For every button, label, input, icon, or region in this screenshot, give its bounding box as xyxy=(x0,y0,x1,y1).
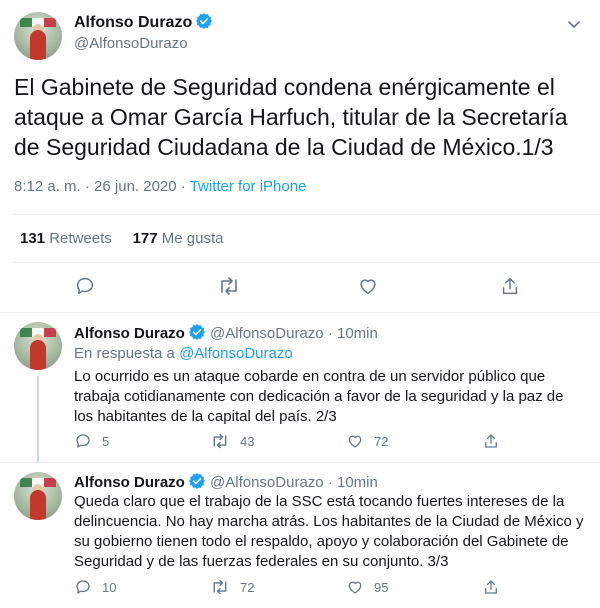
reply-button[interactable]: 10 xyxy=(74,578,116,596)
meta-separator: · xyxy=(84,178,90,195)
tweet-meta: 8:12 a. m. · 26 jun. 2020 · Twitter for … xyxy=(14,178,306,195)
reply-icon xyxy=(76,580,90,594)
author-name[interactable]: Alfonso Durazo xyxy=(74,325,185,342)
divider xyxy=(0,462,600,463)
heart-icon[interactable] xyxy=(357,275,379,297)
heart-icon xyxy=(348,435,362,448)
tweet-time[interactable]: 8:12 a. m. xyxy=(14,178,81,195)
chevron-down-icon[interactable] xyxy=(566,16,582,32)
retweet-count: 72 xyxy=(240,579,255,595)
divider xyxy=(14,262,600,263)
like-button[interactable]: 95 xyxy=(346,578,388,596)
verified-badge-icon xyxy=(188,472,206,490)
header-separator: · xyxy=(327,325,333,342)
share-button[interactable] xyxy=(482,578,500,596)
reply-actions: 10 72 95 xyxy=(74,578,584,598)
header-separator: · xyxy=(327,474,333,491)
share-icon[interactable] xyxy=(499,275,521,297)
author-handle[interactable]: @AlfonsoDurazo xyxy=(210,325,324,342)
retweet-icon[interactable] xyxy=(217,275,241,297)
retweet-icon xyxy=(213,579,227,595)
reply-time[interactable]: 10min xyxy=(337,325,378,342)
like-button[interactable]: 72 xyxy=(346,432,388,450)
likes-stat[interactable]: 177 Me gusta xyxy=(133,230,224,247)
tweet-text: El Gabinete de Seguridad condena enérgic… xyxy=(14,74,568,160)
tweet-date[interactable]: 26 jun. 2020 xyxy=(94,178,177,195)
verified-badge-icon xyxy=(188,323,206,341)
reply-text: Lo ocurrido es un ataque cobarde en cont… xyxy=(74,368,564,425)
avatar[interactable] xyxy=(14,322,62,370)
in-reply-to-handle[interactable]: @AlfonsoDurazo xyxy=(179,345,293,362)
retweet-count: 43 xyxy=(240,433,255,449)
in-reply-to: En respuesta a @AlfonsoDurazo xyxy=(74,345,293,362)
avatar[interactable] xyxy=(14,472,62,520)
reply-button[interactable]: 5 xyxy=(74,432,109,450)
reply-header: Alfonso Durazo @AlfonsoDurazo · 10min xyxy=(74,472,378,491)
thread-line xyxy=(37,376,39,462)
tweet-stats: 131 Retweets 177 Me gusta xyxy=(20,230,223,247)
main-tweet-actions xyxy=(0,275,600,301)
share-button[interactable] xyxy=(482,432,500,450)
retweet-icon xyxy=(213,433,227,449)
like-count: 95 xyxy=(374,579,389,595)
like-count: 72 xyxy=(374,433,389,449)
reply-time[interactable]: 10min xyxy=(337,474,378,491)
share-icon xyxy=(485,580,497,594)
divider xyxy=(0,312,600,313)
avatar[interactable] xyxy=(14,12,62,60)
author-handle[interactable]: @AlfonsoDurazo xyxy=(210,474,324,491)
reply-icon xyxy=(76,434,90,448)
divider xyxy=(14,214,600,215)
author-name[interactable]: Alfonso Durazo xyxy=(74,12,213,34)
main-tweet-header: Alfonso Durazo @AlfonsoDurazo xyxy=(74,12,213,54)
retweets-stat[interactable]: 131 Retweets xyxy=(20,230,112,247)
retweet-button[interactable]: 43 xyxy=(210,432,254,450)
reply-count: 5 xyxy=(102,433,110,449)
author-handle[interactable]: @AlfonsoDurazo xyxy=(74,34,213,54)
meta-separator: · xyxy=(180,178,186,195)
share-icon xyxy=(485,434,497,448)
heart-icon xyxy=(348,581,362,594)
reply-count: 10 xyxy=(102,579,117,595)
verified-badge-icon xyxy=(195,12,213,30)
reply-header: Alfonso Durazo @AlfonsoDurazo · 10min xyxy=(74,323,378,342)
reply-icon[interactable] xyxy=(74,275,96,297)
tweet-source-link[interactable]: Twitter for iPhone xyxy=(190,178,307,195)
author-name[interactable]: Alfonso Durazo xyxy=(74,474,185,491)
reply-text: Queda claro que el trabajo de la SSC est… xyxy=(74,493,584,570)
reply-actions: 5 43 72 xyxy=(74,432,584,452)
retweet-button[interactable]: 72 xyxy=(210,578,254,596)
